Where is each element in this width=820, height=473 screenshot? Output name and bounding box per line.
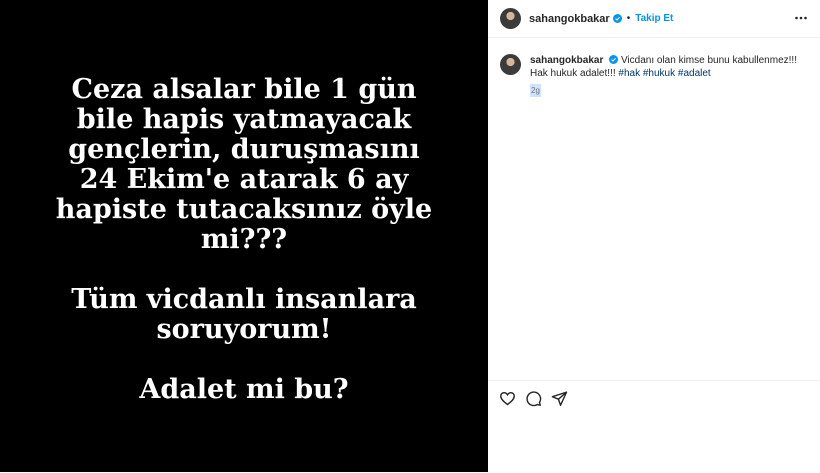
post-image-text: Ceza alsalar bile 1 gün bile hapis yatma… <box>34 75 454 405</box>
post-timestamp[interactable]: 2g <box>530 84 541 97</box>
heart-icon[interactable] <box>499 390 516 407</box>
action-buttons <box>499 390 568 407</box>
image-text-line: bile hapis yatmayacak <box>76 104 412 135</box>
hashtag-link[interactable]: #adalet <box>678 68 711 79</box>
post-image: Ceza alsalar bile 1 gün bile hapis yatma… <box>0 0 488 472</box>
image-text-line: 24 Ekim'e atarak 6 ay <box>79 164 409 195</box>
image-text-line: gençlerin, duruşmasını <box>68 134 420 165</box>
post-sidebar: sahangokbakar • Takip Et sahangokbakar V… <box>488 0 820 472</box>
image-text-line: hapiste tutacaksınız öyle <box>55 194 433 225</box>
hashtag-link[interactable]: #hukuk <box>643 68 675 79</box>
verified-badge-icon <box>612 14 622 23</box>
header-username[interactable]: sahangokbakar <box>529 13 610 25</box>
avatar[interactable] <box>500 8 521 29</box>
share-icon[interactable] <box>551 390 568 407</box>
more-options-icon[interactable] <box>794 11 808 25</box>
image-text-line: Ceza alsalar bile 1 gün <box>71 74 417 105</box>
separator-dot: • <box>626 13 631 24</box>
image-text-line: soruyorum! <box>156 314 332 345</box>
post-caption: sahangokbakar Vicdanı olan kimse bunu ka… <box>500 54 805 97</box>
follow-button[interactable]: Takip Et <box>635 13 673 24</box>
caption-username[interactable]: sahangokbakar <box>530 55 603 66</box>
avatar[interactable] <box>500 54 521 75</box>
image-text-line: Adalet mi bu? <box>139 374 349 405</box>
image-text-line: mi??? <box>200 224 288 255</box>
verified-badge-icon <box>609 55 619 64</box>
hashtag-link[interactable]: #hak <box>618 68 640 79</box>
caption-body: sahangokbakar Vicdanı olan kimse bunu ka… <box>530 54 805 97</box>
action-bar <box>488 380 820 473</box>
comment-icon[interactable] <box>525 390 542 407</box>
post-header: sahangokbakar • Takip Et <box>488 0 820 38</box>
image-text-line: Tüm vicdanlı insanlara <box>71 284 417 315</box>
